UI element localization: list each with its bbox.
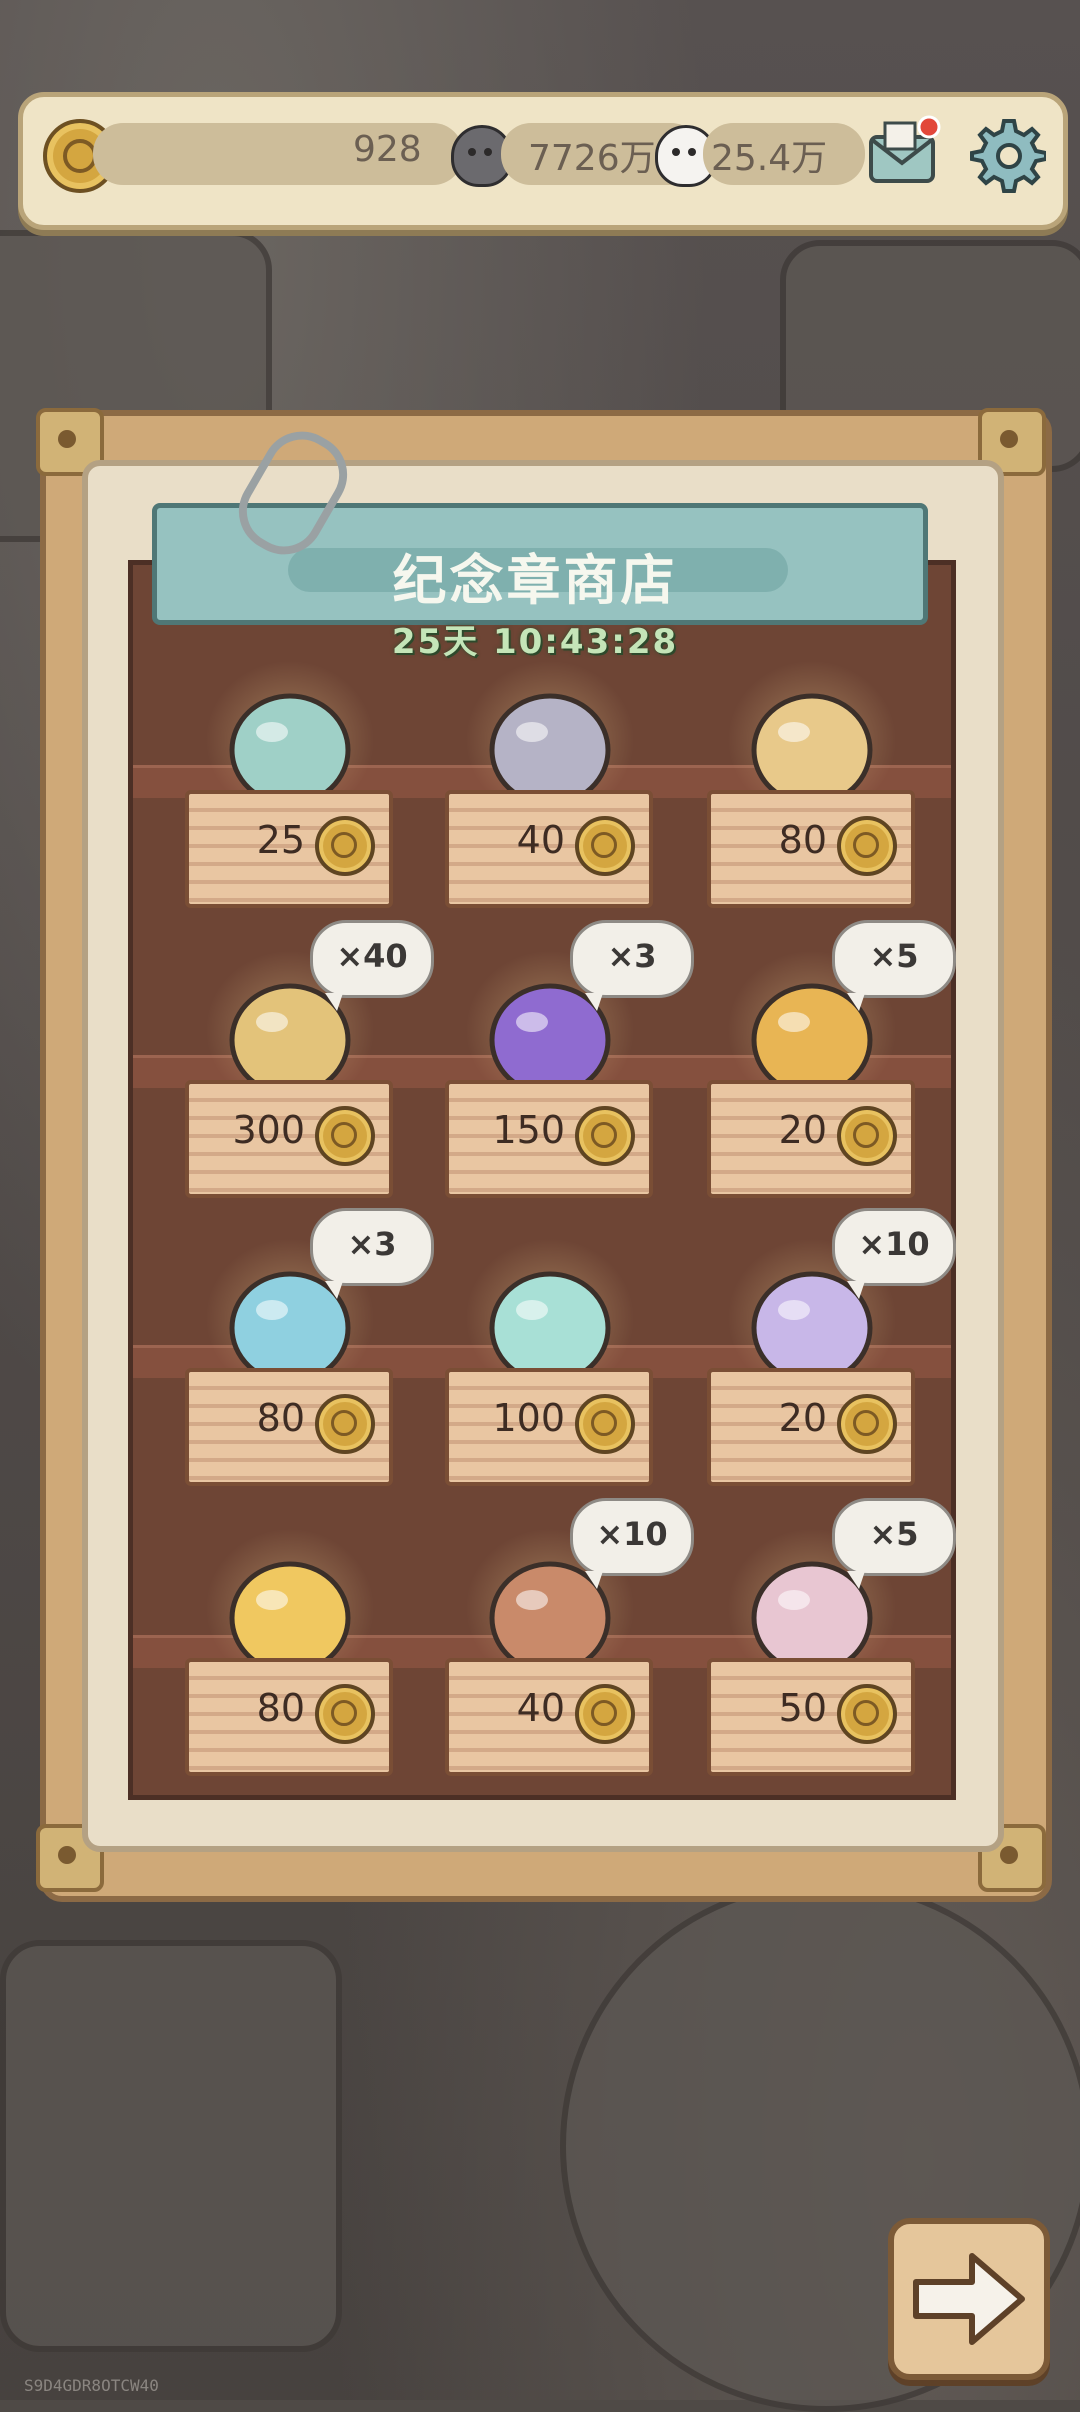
- item-quantity: ×3: [347, 1225, 397, 1263]
- medal-icon: [315, 1394, 375, 1454]
- quantity-bubble: ×3: [570, 920, 694, 1011]
- item-quantity: ×10: [596, 1515, 668, 1553]
- medal-icon: [575, 816, 635, 876]
- medal-icon: [575, 1394, 635, 1454]
- item-quantity: ×5: [869, 1515, 919, 1553]
- shop-item-rose-chest[interactable]: 40 ×10: [425, 1498, 694, 1778]
- shop-item-ribbon-gift[interactable]: 100: [425, 1218, 675, 1488]
- item-price: 80: [778, 818, 827, 862]
- gear-icon[interactable]: [968, 115, 1048, 193]
- item-quantity: ×40: [336, 937, 408, 975]
- item-quantity: ×10: [858, 1225, 930, 1263]
- shop-item-purple-orb[interactable]: 150 ×3: [425, 920, 694, 1200]
- item-price: 40: [516, 818, 565, 862]
- medal-icon: [575, 1684, 635, 1744]
- item-price: 20: [778, 1108, 827, 1152]
- item-price: 80: [256, 1396, 305, 1440]
- quantity-bubble: ×10: [570, 1498, 694, 1589]
- shop-timer: 25天 10:43:28: [391, 622, 679, 662]
- dark-ghost-count: 7726万: [528, 138, 656, 179]
- item-price: 50: [778, 1686, 827, 1730]
- resource-bar: 928 7726万 25.4万: [18, 92, 1068, 230]
- quantity-bubble: ×5: [832, 1498, 956, 1589]
- quantity-bubble: ×5: [832, 920, 956, 1011]
- shop-item-golden-pearl[interactable]: 80: [165, 1508, 415, 1778]
- shop-item-mushroom-crystal[interactable]: 80: [687, 640, 937, 910]
- shop-item-golden-cannon[interactable]: 300 ×40: [165, 920, 434, 1200]
- medal-icon: [575, 1106, 635, 1166]
- item-quantity: ×3: [607, 937, 657, 975]
- shop-item-armored-box[interactable]: 40: [425, 640, 675, 910]
- background-machine: [0, 1940, 342, 2352]
- watermark-text: S9D4GDR8OTCW40: [24, 2376, 159, 2395]
- light-ghost-count: 25.4万: [711, 138, 828, 179]
- item-price: 80: [256, 1686, 305, 1730]
- item-quantity: ×5: [869, 937, 919, 975]
- medal-icon: [837, 1684, 897, 1744]
- medal-icon: [837, 816, 897, 876]
- shop-item-crystal-cluster[interactable]: 20 ×10: [687, 1208, 956, 1488]
- item-price: 150: [492, 1108, 565, 1152]
- medal-icon: [837, 1394, 897, 1454]
- quantity-bubble: ×3: [310, 1208, 434, 1299]
- arrow-right-icon: [913, 2253, 1025, 2345]
- shop-item-jeweled-chest[interactable]: 20 ×5: [687, 920, 956, 1200]
- medal-icon: [837, 1106, 897, 1166]
- medal-count: 928: [353, 129, 422, 170]
- medal-icon: [315, 1106, 375, 1166]
- item-price: 300: [232, 1108, 305, 1152]
- quantity-bubble: ×40: [310, 920, 434, 1011]
- shop-item-rainbow-jar[interactable]: 25: [165, 640, 415, 910]
- item-price: 40: [516, 1686, 565, 1730]
- shop-item-pink-cards[interactable]: 50 ×5: [687, 1498, 956, 1778]
- mail-icon[interactable]: [863, 115, 941, 193]
- quantity-bubble: ×10: [832, 1208, 956, 1299]
- medal-icon: [315, 1684, 375, 1744]
- next-button[interactable]: [888, 2218, 1050, 2380]
- item-price: 25: [256, 818, 305, 862]
- item-price: 100: [492, 1396, 565, 1440]
- shop-item-blue-armor[interactable]: 80 ×3: [165, 1208, 434, 1488]
- medal-icon: [315, 816, 375, 876]
- item-price: 20: [778, 1396, 827, 1440]
